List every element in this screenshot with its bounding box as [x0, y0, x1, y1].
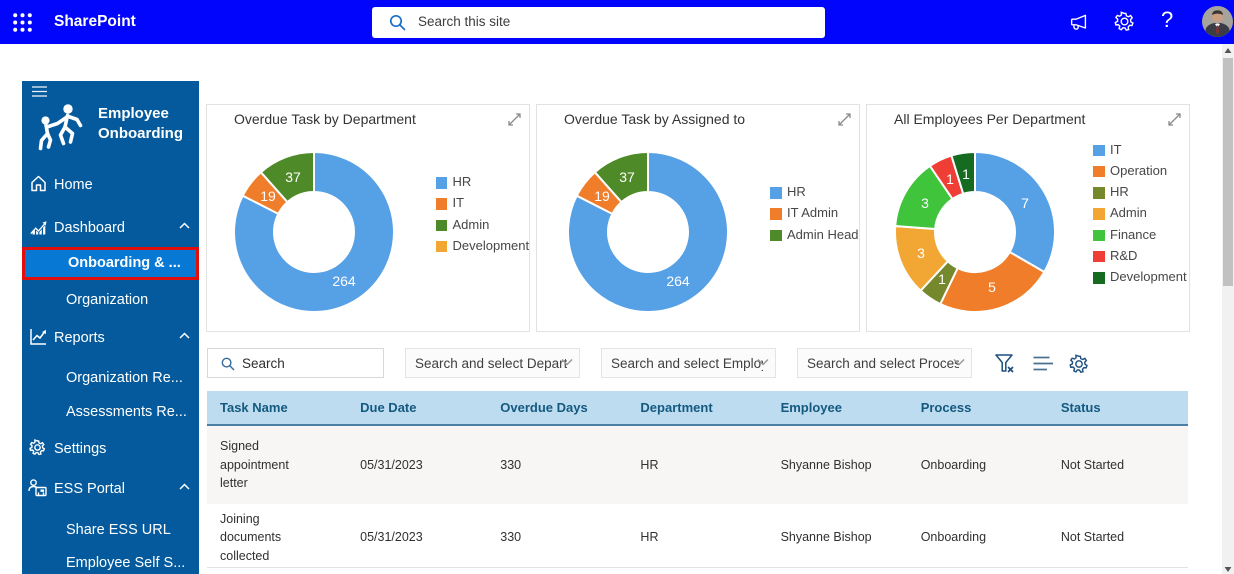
- svg-text:1: 1: [938, 271, 946, 287]
- svg-text:37: 37: [619, 169, 635, 185]
- svg-text:264: 264: [666, 273, 690, 289]
- svg-text:37: 37: [285, 169, 301, 185]
- svg-text:19: 19: [594, 188, 610, 204]
- svg-text:7: 7: [1021, 195, 1029, 211]
- svg-text:3: 3: [921, 195, 929, 211]
- svg-text:3: 3: [917, 245, 925, 261]
- svg-text:1: 1: [946, 171, 954, 187]
- svg-text:19: 19: [260, 188, 276, 204]
- svg-text:264: 264: [332, 273, 356, 289]
- svg-text:1: 1: [962, 166, 970, 182]
- svg-text:5: 5: [988, 279, 996, 295]
